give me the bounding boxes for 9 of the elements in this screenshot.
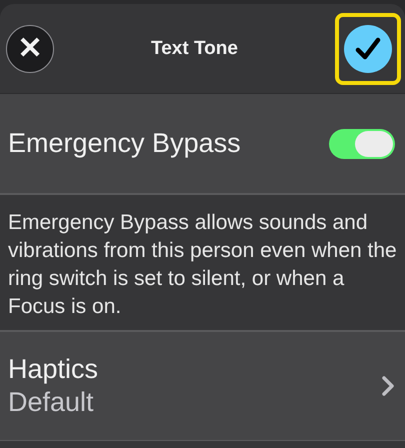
setting-label: Haptics — [8, 354, 98, 385]
checkmark-icon — [354, 36, 381, 60]
close-button[interactable]: ✕ — [6, 24, 54, 72]
chevron-icon — [381, 375, 395, 397]
haptics-row[interactable]: Haptics Default — [0, 332, 405, 441]
setting-label: Emergency Bypass — [8, 128, 241, 159]
setting-value: Default — [8, 387, 95, 418]
toggle-switch[interactable] — [329, 128, 395, 158]
screen-title: Text Tone — [151, 38, 238, 60]
